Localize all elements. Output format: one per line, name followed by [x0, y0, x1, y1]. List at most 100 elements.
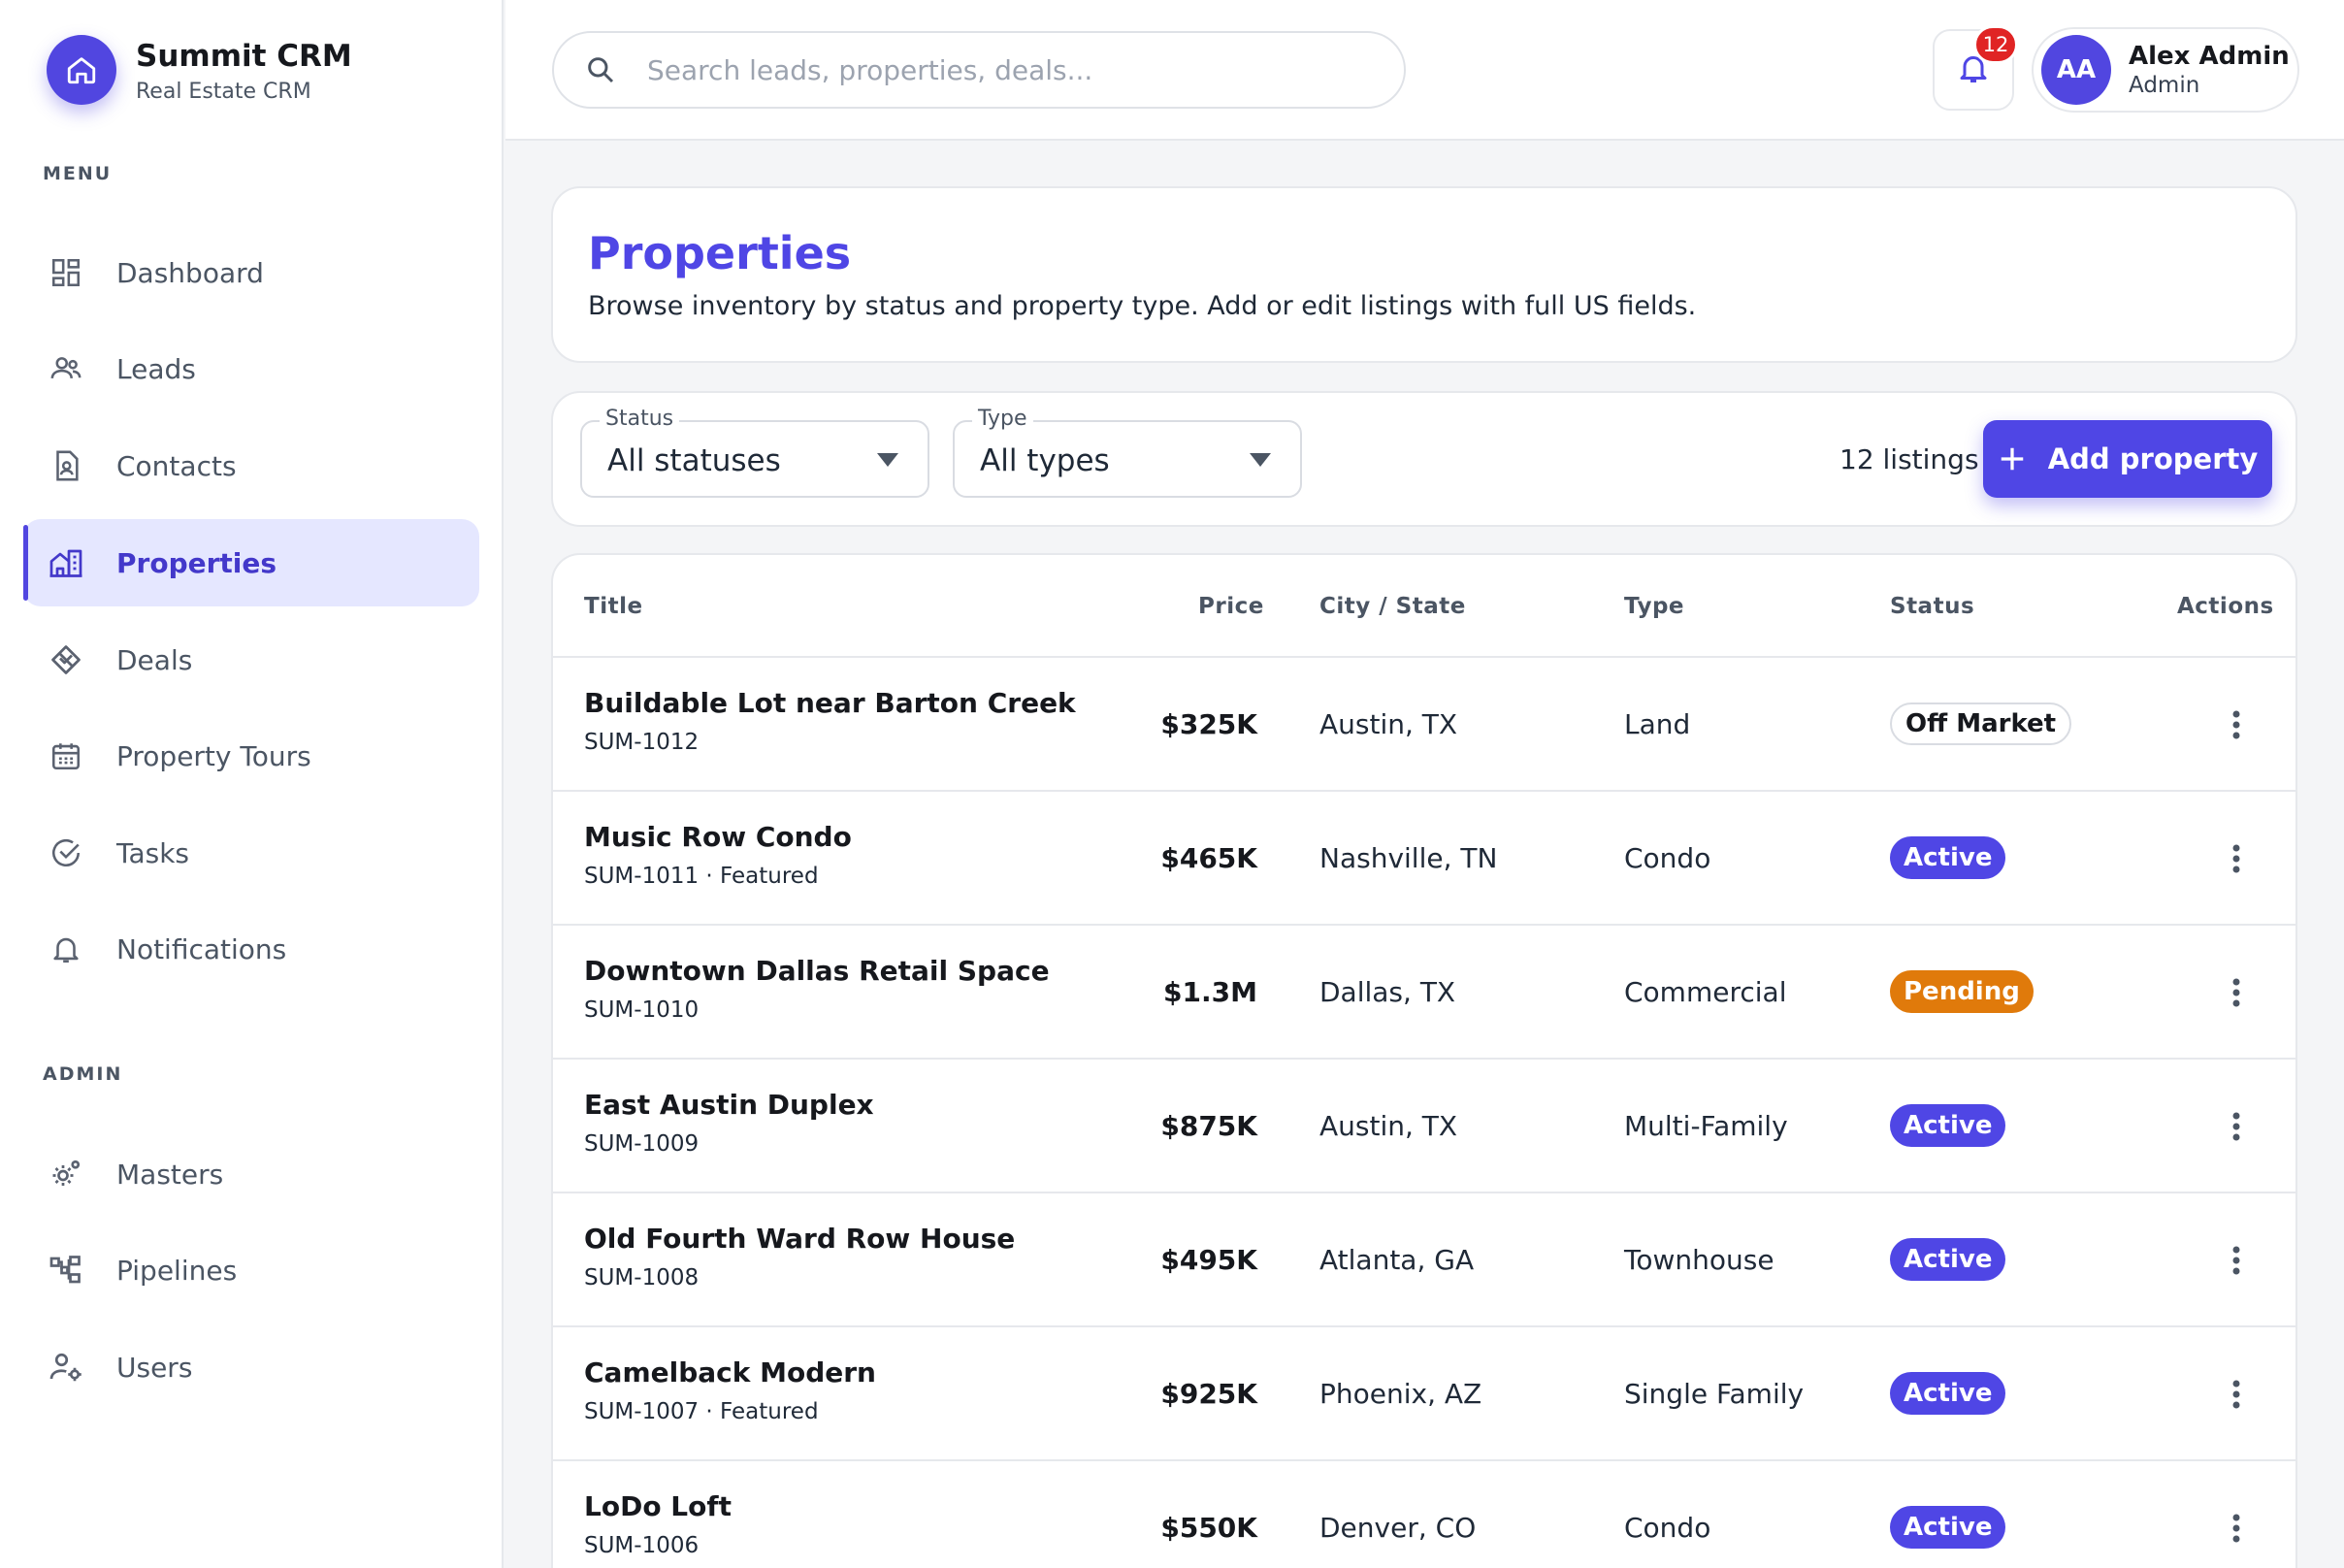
status-badge: Active [1890, 836, 2006, 879]
page-header-card: Properties Browse inventory by status an… [551, 186, 2297, 363]
sidebar: Summit CRM Real Estate CRM MENU Dashboar… [0, 0, 504, 1568]
column-header-actions: Actions [2177, 594, 2274, 619]
more-actions-icon[interactable] [2220, 704, 2253, 745]
property-price: $465K [1160, 842, 1257, 874]
table-row[interactable]: Old Fourth Ward Row House SUM-1008 $495K… [553, 1193, 2295, 1327]
property-price: $925K [1160, 1378, 1257, 1410]
sidebar-item-properties[interactable]: Properties [23, 519, 479, 606]
property-id: SUM-1006 [584, 1533, 700, 1558]
property-type: Townhouse [1624, 1244, 1774, 1276]
handshake-icon [47, 640, 85, 679]
property-price: $1.3M [1163, 976, 1257, 1008]
brand[interactable]: Summit CRM Real Estate CRM [47, 35, 352, 105]
column-header-status[interactable]: Status [1890, 594, 1974, 619]
sidebar-item-tasks[interactable]: Tasks [23, 809, 479, 897]
sidebar-item-notifications[interactable]: Notifications [23, 905, 479, 993]
property-title[interactable]: East Austin Duplex [584, 1089, 874, 1121]
property-id: SUM-1009 [584, 1131, 700, 1157]
property-title[interactable]: Buildable Lot near Barton Creek [584, 687, 1076, 719]
sidebar-item-label: Users [116, 1351, 193, 1384]
sidebar-item-label: Notifications [116, 932, 287, 965]
sidebar-item-dashboard[interactable]: Dashboard [23, 229, 479, 316]
sidebar-item-users[interactable]: Users [23, 1323, 479, 1411]
table-row[interactable]: Camelback Modern SUM-1007 · Featured $92… [553, 1327, 2295, 1461]
property-city: Austin, TX [1319, 1110, 1458, 1142]
menu-section-label: MENU [43, 163, 113, 184]
column-header-city-state[interactable]: City / State [1319, 594, 1466, 619]
home-icon [47, 35, 116, 105]
property-title[interactable]: Music Row Condo [584, 821, 852, 853]
status-filter-label: Status [600, 407, 680, 431]
type-filter-select[interactable]: Type All types [953, 407, 1302, 498]
contact-card-icon [47, 446, 85, 485]
property-title[interactable]: LoDo Loft [584, 1490, 732, 1522]
pipeline-icon [47, 1251, 85, 1290]
column-header-title[interactable]: Title [584, 594, 643, 619]
properties-table: Title Price City / State Type Status Act… [551, 553, 2297, 1568]
table-row[interactable]: Downtown Dallas Retail Space SUM-1010 $1… [553, 926, 2295, 1060]
avatar: AA [2041, 35, 2111, 105]
table-row[interactable]: LoDo Loft SUM-1006 $550K Denver, CO Cond… [553, 1461, 2295, 1568]
sidebar-item-label: Contacts [116, 449, 237, 482]
gears-icon [47, 1155, 85, 1193]
more-actions-icon[interactable] [2220, 1106, 2253, 1147]
user-settings-icon [47, 1348, 85, 1387]
search-box[interactable] [552, 31, 1406, 109]
more-actions-icon[interactable] [2220, 1240, 2253, 1281]
status-badge: Active [1890, 1506, 2006, 1549]
search-input[interactable] [647, 53, 1384, 86]
property-title[interactable]: Downtown Dallas Retail Space [584, 955, 1050, 987]
caret-down-icon [1250, 453, 1271, 467]
sidebar-item-deals[interactable]: Deals [23, 616, 479, 703]
property-city: Atlanta, GA [1319, 1244, 1475, 1276]
user-role: Admin [2129, 73, 2200, 98]
sidebar-item-label: Dashboard [116, 256, 264, 289]
sidebar-item-contacts[interactable]: Contacts [23, 422, 479, 509]
sidebar-item-masters[interactable]: Masters [23, 1130, 479, 1218]
property-price: $495K [1160, 1244, 1257, 1276]
status-badge: Active [1890, 1372, 2006, 1415]
type-filter-value: All types [980, 443, 1110, 478]
add-property-label: Add property [2047, 442, 2259, 475]
column-header-price[interactable]: Price [1198, 594, 1264, 619]
table-header: Title Price City / State Type Status Act… [553, 555, 2295, 658]
user-menu[interactable]: AA Alex Admin Admin [2032, 27, 2299, 113]
more-actions-icon[interactable] [2220, 1508, 2253, 1549]
status-badge: Active [1890, 1104, 2006, 1147]
sidebar-item-leads[interactable]: Leads [23, 325, 479, 412]
status-badge: Pending [1890, 970, 2034, 1013]
table-row[interactable]: East Austin Duplex SUM-1009 $875K Austin… [553, 1060, 2295, 1193]
property-id: SUM-1011 · Featured [584, 864, 819, 889]
more-actions-icon[interactable] [2220, 838, 2253, 879]
top-bar: 12 AA Alex Admin Admin [505, 0, 2344, 141]
app-root: Summit CRM Real Estate CRM MENU Dashboar… [0, 0, 2344, 1568]
status-filter-select[interactable]: Status All statuses [580, 407, 929, 498]
table-row[interactable]: Music Row Condo SUM-1011 · Featured $465… [553, 792, 2295, 926]
bell-icon [47, 930, 85, 968]
sidebar-item-label: Leads [116, 352, 196, 385]
calendar-icon [47, 736, 85, 775]
sidebar-item-pipelines[interactable]: Pipelines [23, 1226, 479, 1314]
property-price: $875K [1160, 1110, 1257, 1142]
type-filter-label: Type [972, 407, 1033, 431]
column-header-type[interactable]: Type [1624, 594, 1684, 619]
sidebar-item-property-tours[interactable]: Property Tours [23, 712, 479, 800]
add-property-button[interactable]: Add property [1983, 420, 2272, 498]
user-name: Alex Admin [2129, 42, 2290, 71]
filter-bar: Status All statuses Type All types 12 li… [551, 391, 2297, 527]
property-type: Multi-Family [1624, 1110, 1788, 1142]
sidebar-item-label: Properties [116, 546, 277, 579]
notification-count-badge: 12 [1973, 25, 2018, 64]
table-row[interactable]: Buildable Lot near Barton Creek SUM-1012… [553, 658, 2295, 792]
sidebar-item-label: Pipelines [116, 1254, 238, 1287]
status-badge: Active [1890, 1238, 2006, 1281]
property-title[interactable]: Camelback Modern [584, 1356, 876, 1388]
property-type: Condo [1624, 842, 1711, 874]
more-actions-icon[interactable] [2220, 972, 2253, 1013]
property-title[interactable]: Old Fourth Ward Row House [584, 1223, 1015, 1255]
status-filter-value: All statuses [607, 443, 781, 478]
buildings-icon [47, 543, 85, 582]
more-actions-icon[interactable] [2220, 1374, 2253, 1415]
status-badge: Off Market [1890, 702, 2072, 745]
page-description: Browse inventory by status and property … [588, 291, 1697, 321]
